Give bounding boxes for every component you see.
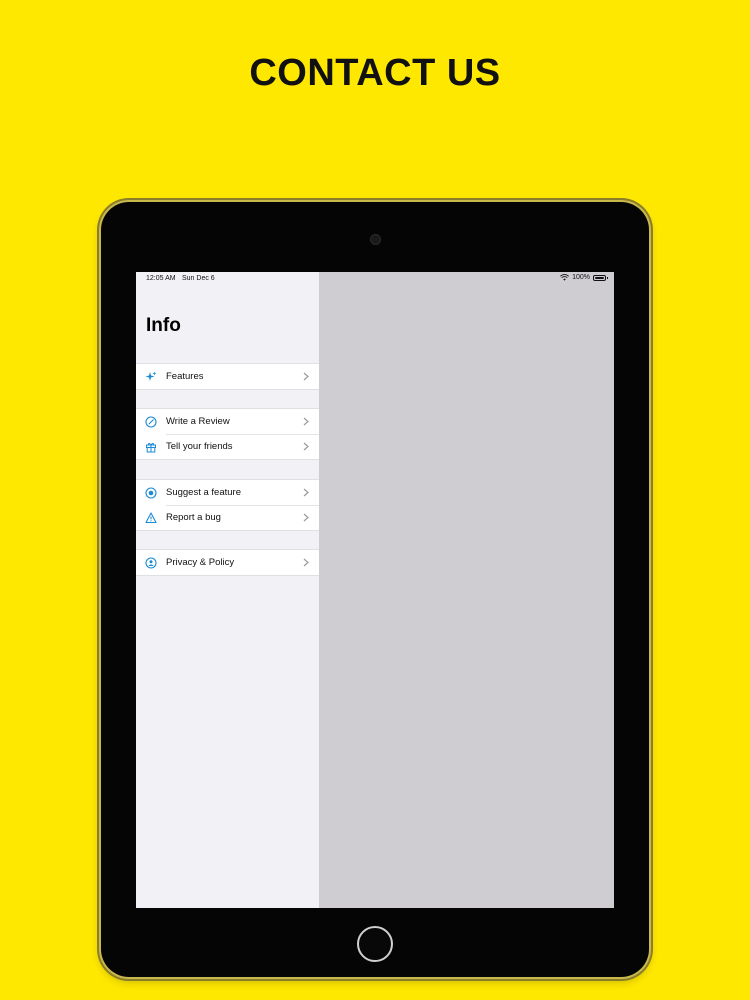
sidebar-item-label: Report a bug: [166, 512, 221, 523]
sidebar-item-suggest-feature[interactable]: Suggest a feature: [136, 480, 319, 505]
status-indicators: 100%: [560, 274, 608, 281]
chevron-right-icon: [303, 488, 309, 497]
sidebar-item-privacy-policy[interactable]: Privacy & Policy: [136, 550, 319, 575]
pencil-circle-icon: [145, 415, 157, 428]
sidebar-item-tell-friends[interactable]: Tell your friends: [136, 434, 319, 459]
chevron-right-icon: [303, 558, 309, 567]
status-time: 12:05 AM: [146, 275, 176, 282]
sidebar-item-features[interactable]: Features: [136, 364, 319, 389]
sidebar-item-write-review[interactable]: Write a Review: [136, 409, 319, 434]
sidebar-item-label: Suggest a feature: [166, 487, 241, 498]
home-button[interactable]: [357, 926, 393, 962]
page-title: Info: [146, 315, 181, 336]
sidebar-item-label: Write a Review: [166, 416, 230, 427]
sidebar-item-label: Privacy & Policy: [166, 557, 235, 568]
chevron-right-icon: [303, 513, 309, 522]
sidebar-group-feedback: Suggest a feature Report a bug: [136, 479, 319, 531]
sidebar-group-features: Features: [136, 363, 319, 390]
target-icon: [145, 486, 157, 499]
sidebar-group-legal: Privacy & Policy: [136, 549, 319, 576]
warning-triangle-icon: [145, 511, 157, 524]
sidebar-item-report-bug[interactable]: Report a bug: [136, 505, 319, 530]
front-camera: [370, 234, 381, 245]
chevron-right-icon: [303, 442, 309, 451]
sparkles-icon: [145, 371, 157, 383]
wifi-icon: [560, 274, 570, 281]
gift-icon: [145, 441, 157, 453]
status-bar: 12:05 AM Sun Dec 6 100%: [136, 272, 614, 286]
sidebar-item-label: Features: [166, 371, 204, 382]
battery-icon: [593, 274, 608, 281]
ipad-device-frame: Info Features Write a Review Tell your f…: [101, 202, 649, 977]
sidebar-group-share: Write a Review Tell your friends: [136, 408, 319, 460]
promo-headline: CONTACT US: [249, 52, 501, 94]
chevron-right-icon: [303, 417, 309, 426]
sidebar: Info Features Write a Review Tell your f…: [136, 272, 319, 908]
chevron-right-icon: [303, 372, 309, 381]
battery-percent: 100%: [572, 274, 590, 281]
status-date: Sun Dec 6: [182, 275, 215, 282]
sidebar-item-label: Tell your friends: [166, 441, 233, 452]
ipad-screen: Info Features Write a Review Tell your f…: [136, 272, 614, 908]
person-shield-icon: [145, 556, 157, 569]
detail-pane: [319, 272, 614, 908]
